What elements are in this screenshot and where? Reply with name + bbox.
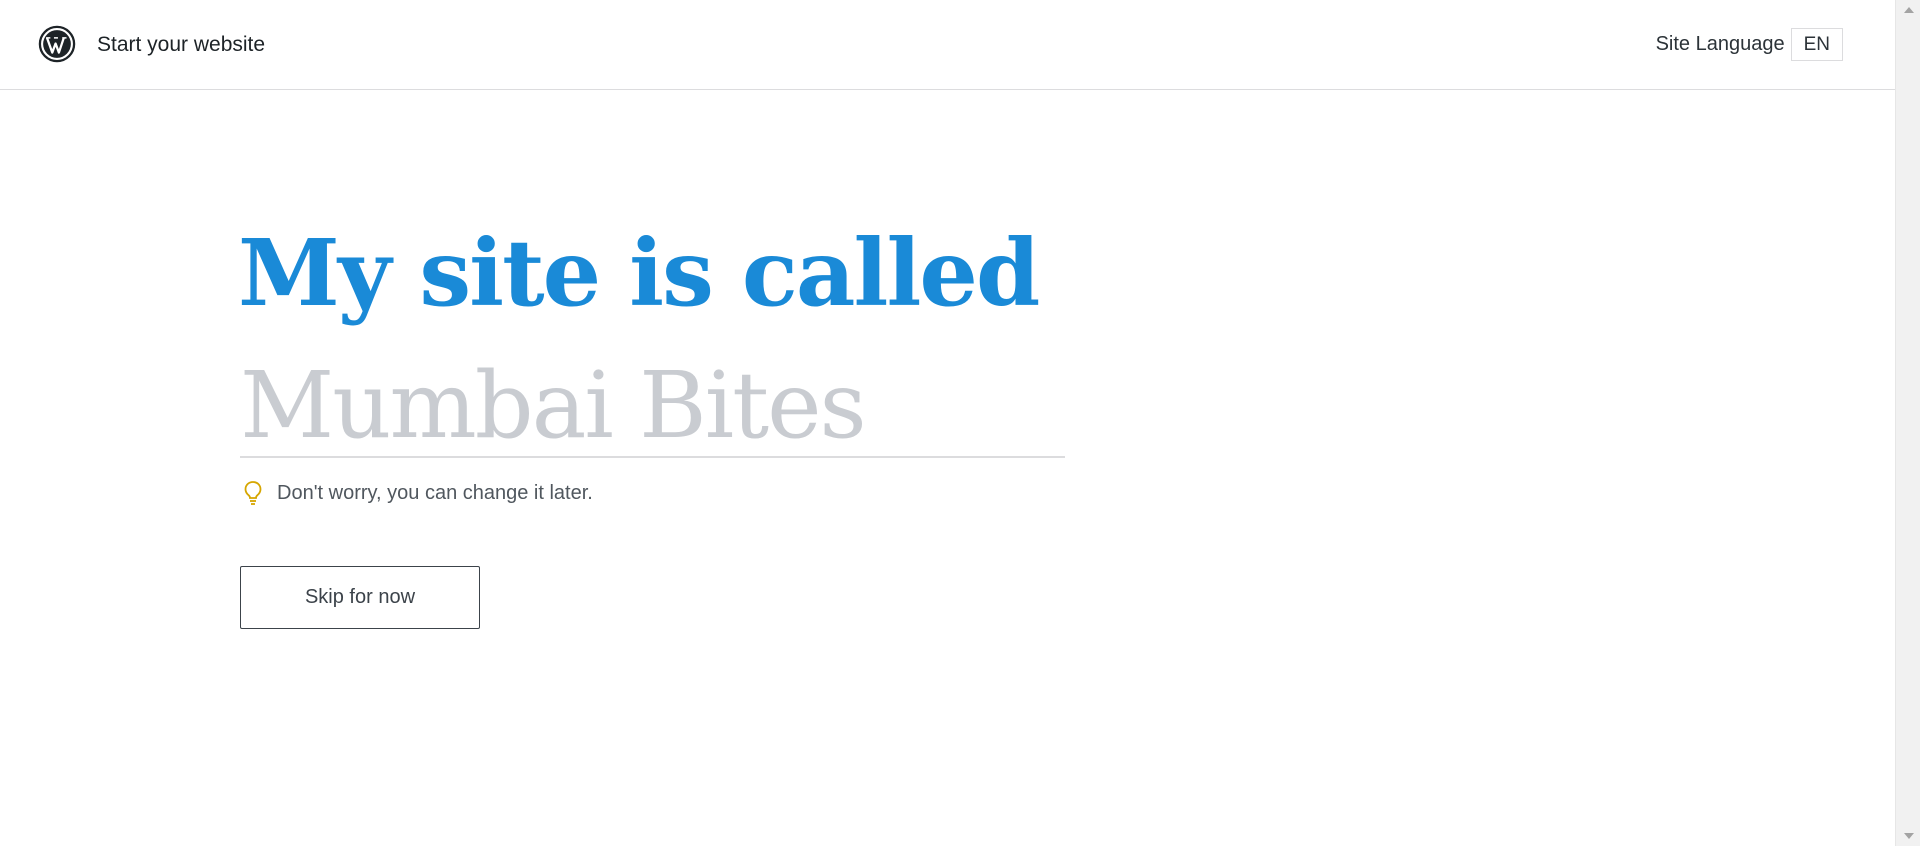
scroll-up-arrow-icon[interactable] [1904,7,1914,13]
hint-text: Don't worry, you can change it later. [277,481,593,504]
vertical-scrollbar[interactable] [1895,0,1920,846]
skip-for-now-button[interactable]: Skip for now [240,566,480,629]
lightbulb-icon [244,481,262,505]
language-select-button[interactable]: EN [1790,28,1843,61]
top-bar: Start your website Site Language EN [0,0,1895,90]
wordpress-logo-icon[interactable] [38,25,76,63]
page: Start your website Site Language EN My s… [0,0,1920,846]
header-title: Start your website [97,33,266,56]
site-name-input[interactable] [240,355,1065,458]
hint: Don't worry, you can change it later. [243,480,593,506]
page-headline: My site is called [238,219,1040,327]
site-language-label: Site Language [1655,33,1785,55]
scroll-down-arrow-icon[interactable] [1904,833,1914,839]
site-language-control: Site Language EN [1656,28,1843,61]
